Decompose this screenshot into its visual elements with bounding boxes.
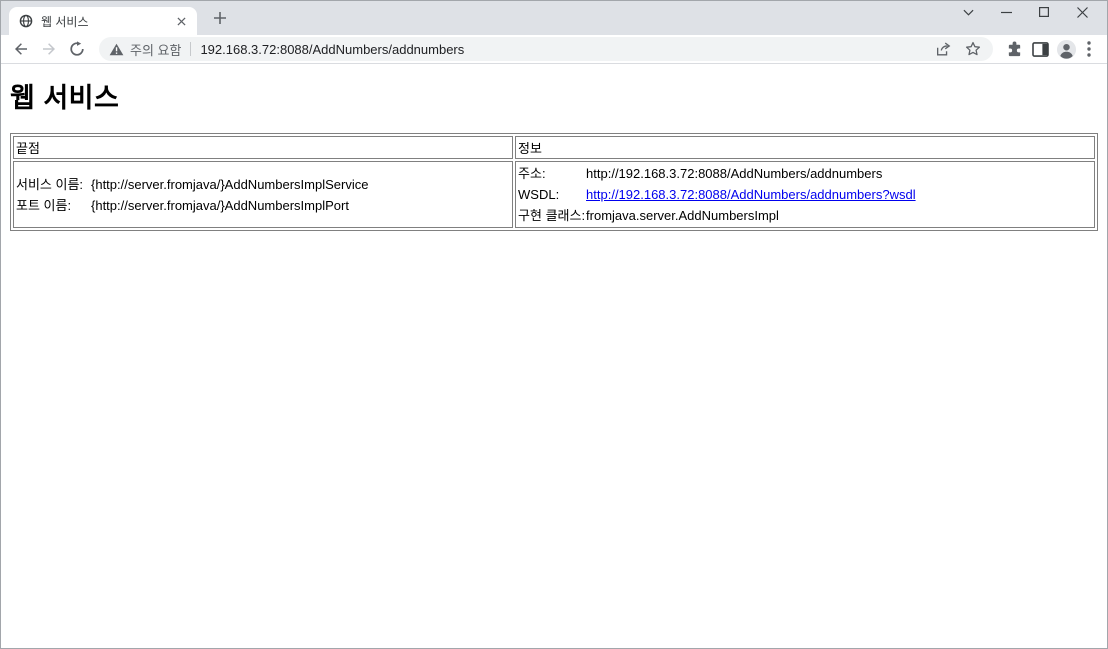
omnibox-divider xyxy=(190,42,191,56)
back-button[interactable] xyxy=(9,37,33,61)
wsdl-link[interactable]: http://192.168.3.72:8088/AddNumbers/addn… xyxy=(586,187,916,202)
port-name-label: 포트 이름: xyxy=(16,196,91,215)
address-label: 주소: xyxy=(518,164,586,183)
bookmark-star-icon[interactable] xyxy=(963,39,983,59)
tab-search-chevron-down-icon[interactable] xyxy=(949,1,987,23)
tab-strip: 웹 서비스 xyxy=(1,1,1107,35)
share-button[interactable] xyxy=(933,39,953,59)
web-services-table: 끝점 정보 서비스 이름: {http://server.fromjava/}A… xyxy=(10,133,1098,231)
tab-close-icon[interactable] xyxy=(173,13,189,29)
menu-kebab-icon[interactable] xyxy=(1079,37,1099,61)
extensions-puzzle-icon[interactable] xyxy=(1001,37,1027,61)
globe-favicon-icon xyxy=(19,14,33,28)
address-bar[interactable]: 주의 요함 192.168.3.72:8088/AddNumbers/addnu… xyxy=(99,37,993,61)
endpoint-header-cell: 끝점 xyxy=(13,136,513,159)
info-header-cell: 정보 xyxy=(515,136,1095,159)
address-value: http://192.168.3.72:8088/AddNumbers/addn… xyxy=(586,164,1092,183)
warning-triangle-icon xyxy=(109,43,124,56)
security-chip[interactable]: 주의 요함 xyxy=(109,40,181,59)
browser-toolbar: 주의 요함 192.168.3.72:8088/AddNumbers/addnu… xyxy=(1,35,1107,64)
page-content: 웹 서비스 끝점 정보 서비스 이름: {http://server.fromj… xyxy=(1,64,1107,648)
port-name-value: {http://server.fromjava/}AddNumbersImplP… xyxy=(91,196,510,215)
tab-title: 웹 서비스 xyxy=(41,13,173,30)
endpoint-cell: 서비스 이름: {http://server.fromjava/}AddNumb… xyxy=(13,161,513,228)
security-label: 주의 요함 xyxy=(130,40,181,59)
service-name-value: {http://server.fromjava/}AddNumbersImplS… xyxy=(91,175,510,194)
info-cell: 주소: http://192.168.3.72:8088/AddNumbers/… xyxy=(515,161,1095,228)
minimize-button[interactable] xyxy=(987,1,1025,23)
browser-window: 웹 서비스 xyxy=(0,0,1108,649)
maximize-button[interactable] xyxy=(1025,1,1063,23)
window-controls xyxy=(949,1,1101,23)
table-header-row: 끝점 정보 xyxy=(13,136,1095,159)
url-text[interactable]: 192.168.3.72:8088/AddNumbers/addnumbers xyxy=(200,42,923,57)
profile-avatar-icon[interactable] xyxy=(1053,37,1079,61)
page-title: 웹 서비스 xyxy=(10,76,1098,115)
impl-class-label: 구현 클래스: xyxy=(518,206,586,225)
close-button[interactable] xyxy=(1063,1,1101,23)
forward-button[interactable] xyxy=(37,37,61,61)
reload-button[interactable] xyxy=(65,37,89,61)
table-content-row: 서비스 이름: {http://server.fromjava/}AddNumb… xyxy=(13,161,1095,228)
new-tab-button[interactable] xyxy=(206,4,234,32)
side-panel-icon[interactable] xyxy=(1027,37,1053,61)
impl-class-value: fromjava.server.AddNumbersImpl xyxy=(586,206,1092,225)
service-name-label: 서비스 이름: xyxy=(16,175,91,194)
browser-tab[interactable]: 웹 서비스 xyxy=(9,7,197,35)
wsdl-label: WSDL: xyxy=(518,185,586,204)
